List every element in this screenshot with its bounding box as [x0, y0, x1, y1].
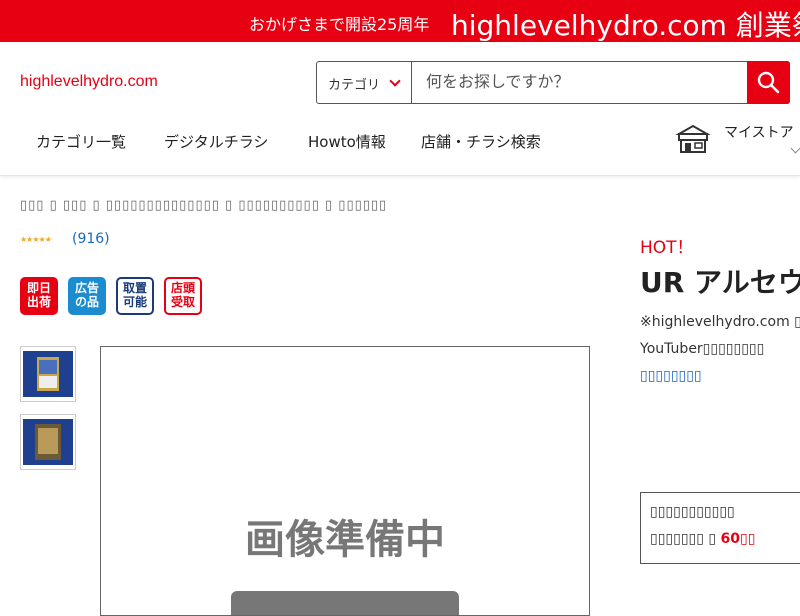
notice-line: ▯▯▯▯▯▯▯ ▯ 60▯▯ [650, 531, 755, 547]
chevron-down-icon[interactable] [790, 143, 800, 154]
anniversary-banner[interactable]: おかげさまで開設25周年 highlevelhydro.com 創業祭 [0, 0, 800, 42]
nav-howto[interactable]: Howto情報 [308, 131, 386, 152]
store-icon[interactable] [675, 124, 711, 154]
breadcrumb[interactable]: ▯▯▯ ▯ ▯▯▯ ▯ ▯▯▯▯▯▯▯▯▯▯▯▯▯▯ ▯ ▯▯▯▯▯▯▯▯▯▯ … [20, 198, 387, 213]
badge-line: 店頭 [170, 281, 195, 295]
badge-line: 出荷 [26, 295, 51, 309]
product-description-link[interactable]: ▯▯▯▯▯▯▯▯ [640, 368, 702, 384]
search-input[interactable] [413, 62, 747, 103]
nav-category-list[interactable]: カテゴリ一覧 [36, 131, 126, 152]
badge-line: 可能 [122, 295, 147, 309]
review-count-link[interactable]: (916) [72, 231, 110, 247]
rating-stars: ★★★★★ [20, 235, 52, 244]
product-title: UR アルセウ [640, 266, 800, 299]
thumbnail-2[interactable] [20, 414, 76, 470]
badge-line: 広告 [74, 281, 99, 295]
search-bar: カテゴリ [316, 61, 790, 104]
card-thumbnail-image [23, 419, 73, 465]
image-placeholder-bar [231, 591, 459, 615]
category-dropdown-label: カテゴリ [328, 78, 381, 93]
notice-highlight: 60▯▯ [720, 531, 756, 547]
badge-same-day-shipping: 即日 出荷 [20, 277, 58, 315]
chevron-down-icon [389, 75, 401, 87]
hot-label: HOT！ [640, 238, 694, 258]
badge-line: 即日 [26, 281, 51, 295]
notice-text: ▯▯▯▯▯▯▯ ▯ [650, 531, 721, 547]
badge-reservable: 取置 可能 [116, 277, 154, 315]
badge-advertised-item: 広告 の品 [68, 277, 106, 315]
banner-big-text: highlevelhydro.com 創業祭 [451, 9, 800, 42]
mystore-label[interactable]: マイストア [724, 122, 794, 142]
category-dropdown[interactable]: カテゴリ [317, 62, 412, 103]
thumbnail-1[interactable] [20, 346, 76, 402]
badge-line: 取置 [122, 281, 147, 295]
notice-line: ▯▯▯▯▯▯▯▯▯▯▯ [650, 504, 735, 520]
nav-store-search[interactable]: 店舗・チラシ検索 [421, 131, 541, 152]
search-icon [757, 71, 780, 94]
search-button[interactable] [747, 61, 790, 104]
main-product-image[interactable]: 画像準備中 [100, 346, 590, 616]
product-description-line: ※highlevelhydro.com ▯ [640, 314, 800, 330]
badge-line: 受取 [170, 295, 195, 309]
site-header: highlevelhydro.com カテゴリ カテゴリ一覧 デジタルチラシ H… [0, 42, 800, 176]
notice-box: ▯▯▯▯▯▯▯▯▯▯▯ ▯▯▯▯▯▯▯ ▯ 60▯▯ [640, 492, 800, 564]
nav-digital-flyer[interactable]: デジタルチラシ [164, 131, 268, 152]
image-placeholder-text: 画像準備中 [245, 517, 445, 563]
product-description-line: YouTuber▯▯▯▯▯▯▯▯ [640, 341, 765, 357]
card-thumbnail-image [23, 351, 73, 397]
badge-store-pickup: 店頭 受取 [164, 277, 202, 315]
badge-line: の品 [74, 295, 99, 309]
banner-small-text: おかげさまで開設25周年 [249, 15, 430, 34]
site-logo[interactable]: highlevelhydro.com [20, 73, 158, 91]
